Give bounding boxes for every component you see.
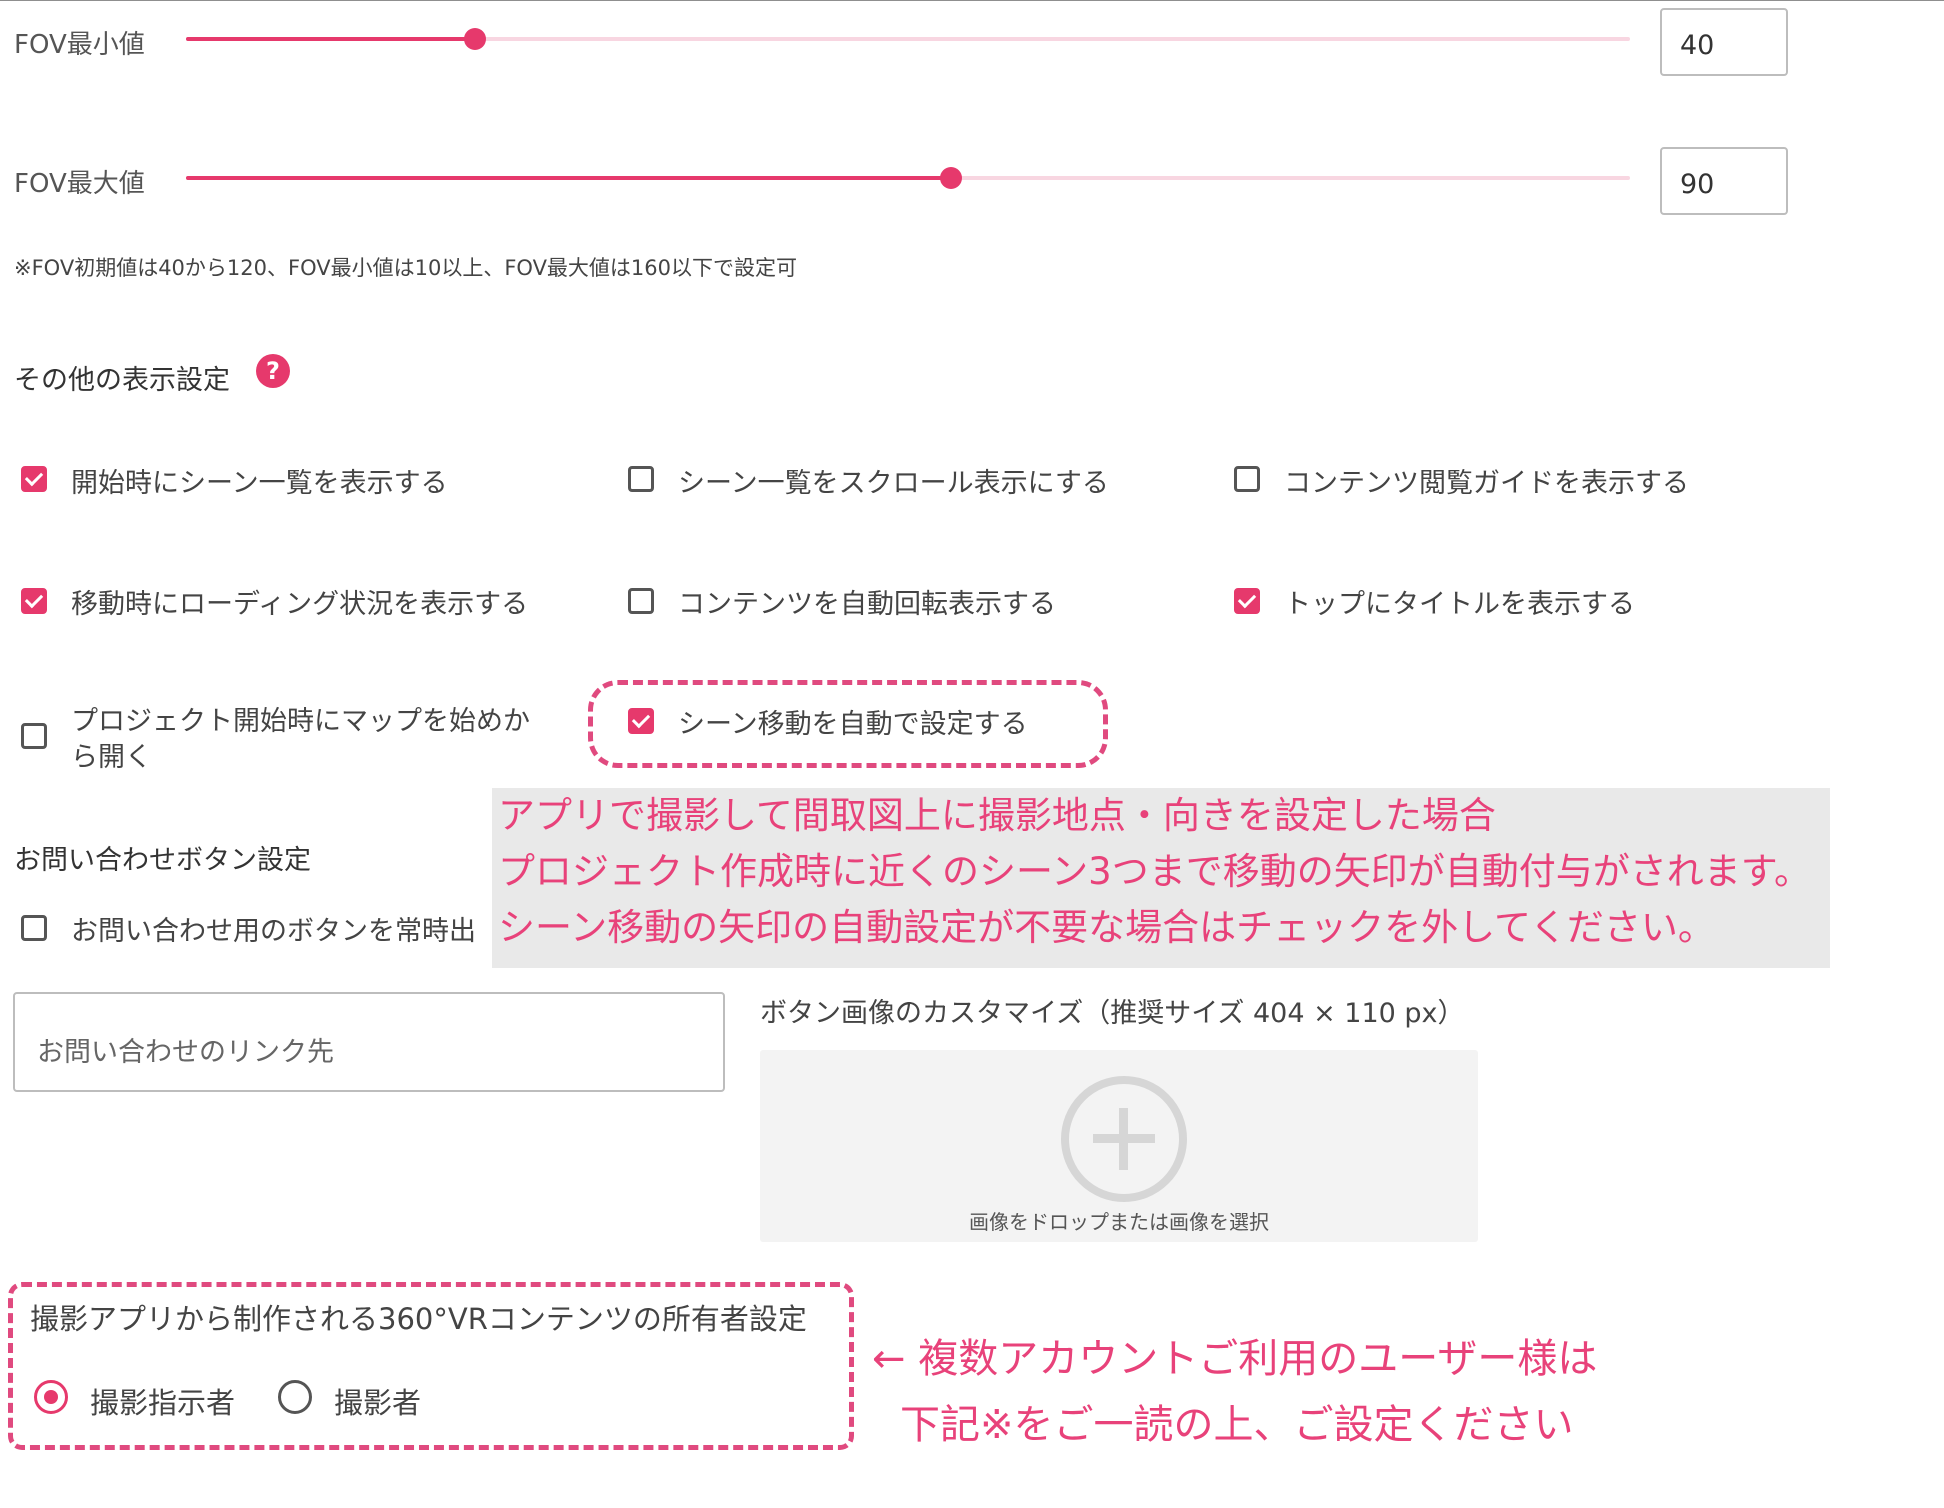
checkbox-label-line1: プロジェクト開始時にマップを始めか xyxy=(71,706,530,737)
fov-max-label: FOV最大値 xyxy=(14,169,145,199)
checkbox-scroll-scene-list[interactable] xyxy=(628,466,654,492)
callout-line-2: プロジェクト作成時に近くのシーン3つまで移動の矢印が自動付与がされます。 xyxy=(498,850,1811,893)
checkbox-label: トップにタイトルを表示する xyxy=(1284,589,1635,620)
checkbox-label-line2: ら開く xyxy=(71,742,152,773)
checkbox-label: シーン移動を自動で設定する xyxy=(678,709,1028,740)
radio-photographer[interactable] xyxy=(278,1380,312,1414)
contact-link-input[interactable]: お問い合わせのリンク先 xyxy=(13,992,725,1092)
fov-min-input[interactable]: 40 xyxy=(1660,8,1788,76)
upload-hint: 画像をドロップまたは画像を選択 xyxy=(969,1210,1269,1234)
fov-max-slider[interactable] xyxy=(186,167,1630,189)
checkbox-label: シーン一覧をスクロール表示にする xyxy=(678,468,1109,499)
callout-line-1: アプリで撮影して間取図上に撮影地点・向きを設定した場合 xyxy=(498,794,1496,837)
checkbox-auto-rotate[interactable] xyxy=(628,588,654,614)
checkbox-open-map-at-start[interactable] xyxy=(21,723,47,749)
owner-annotation-line1: ← 複数アカウントご利用のユーザー様は xyxy=(872,1336,1598,1382)
annotation-callout: アプリで撮影して間取図上に撮影地点・向きを設定した場合 プロジェクト作成時に近く… xyxy=(492,788,1830,968)
fov-max-slider-thumb[interactable] xyxy=(940,167,962,189)
checkbox-label: お問い合わせ用のボタンを常時出 xyxy=(71,916,476,947)
add-image-icon xyxy=(1061,1076,1187,1202)
radio-label: 撮影指示者 xyxy=(90,1386,236,1420)
checkbox-label: 開始時にシーン一覧を表示する xyxy=(71,468,448,499)
image-upload-dropzone[interactable]: 画像をドロップまたは画像を選択 xyxy=(760,1050,1478,1242)
checkbox-content-guide[interactable] xyxy=(1234,466,1260,492)
callout-line-3: シーン移動の矢印の自動設定が不要な場合はチェックを外してください。 xyxy=(498,906,1715,949)
checkbox-show-title[interactable] xyxy=(1234,588,1260,614)
fov-min-slider-thumb[interactable] xyxy=(464,28,486,50)
button-image-heading: ボタン画像のカスタマイズ（推奨サイズ 404 × 110 px） xyxy=(760,998,1465,1029)
owner-settings-heading: 撮影アプリから制作される360°VRコンテンツの所有者設定 xyxy=(30,1302,807,1336)
checkbox-label: 移動時にローディング状況を表示する xyxy=(71,589,529,620)
fov-note: ※FOV初期値は40から120、FOV最小値は10以上、FOV最大値は160以下… xyxy=(14,256,798,280)
display-settings-heading: その他の表示設定 xyxy=(14,365,230,396)
contact-settings-heading: お問い合わせボタン設定 xyxy=(14,845,311,876)
checkbox-show-scene-list[interactable] xyxy=(21,466,47,492)
radio-director[interactable] xyxy=(34,1380,68,1414)
fov-max-input[interactable]: 90 xyxy=(1660,147,1788,215)
fov-min-slider[interactable] xyxy=(186,28,1630,50)
help-icon[interactable]: ? xyxy=(256,354,290,388)
fov-min-slider-fill xyxy=(186,37,475,41)
checkbox-auto-scene-move[interactable] xyxy=(628,708,654,734)
top-divider xyxy=(0,0,1944,1)
radio-label: 撮影者 xyxy=(334,1386,422,1420)
fov-min-label: FOV最小値 xyxy=(14,30,145,60)
owner-annotation-line2: 下記※をご一読の上、ご設定ください xyxy=(900,1402,1574,1448)
checkbox-loading-status[interactable] xyxy=(21,588,47,614)
checkbox-label: コンテンツを自動回転表示する xyxy=(678,589,1056,620)
fov-max-slider-fill xyxy=(186,176,951,180)
checkbox-label: コンテンツ閲覧ガイドを表示する xyxy=(1284,468,1689,499)
checkbox-always-show-contact[interactable] xyxy=(21,915,47,941)
